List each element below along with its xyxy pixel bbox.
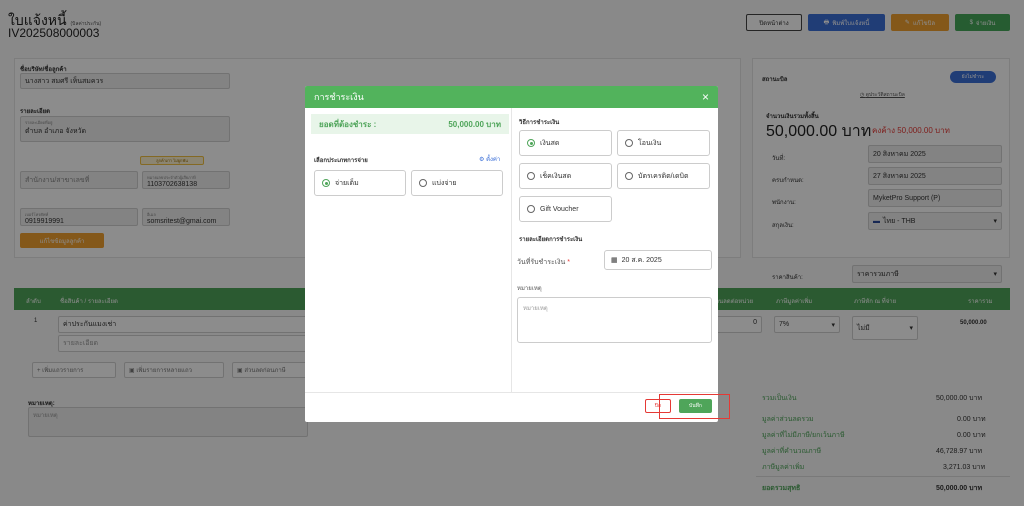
- modal-note-input[interactable]: หมายเหตุ: [517, 297, 712, 343]
- method-card[interactable]: บัตรเครดิต/เดบิต: [617, 163, 710, 189]
- gear-icon: ⚙: [479, 157, 485, 163]
- close-icon[interactable]: ×: [702, 90, 709, 104]
- radio-selected-icon: [527, 139, 535, 147]
- calendar-icon: ▦: [611, 257, 618, 264]
- payment-method-label: วิธีการชำระเงิน: [519, 120, 560, 126]
- radio-icon: [625, 139, 633, 147]
- radio-selected-icon: [322, 179, 330, 187]
- method-cheque[interactable]: เช็คเงินสด: [519, 163, 612, 189]
- payment-date-input[interactable]: ▦ 20 ส.ค. 2025: [604, 250, 712, 270]
- amount-due-label: ยอดที่ต้องชำระ :: [319, 119, 377, 129]
- radio-icon: [419, 179, 427, 187]
- payment-date-label: วันที่รับชำระเงิน *: [517, 259, 571, 266]
- method-cash[interactable]: เงินสด: [519, 130, 612, 156]
- amount-due-box: ยอดที่ต้องชำระ : 50,000.00 บาท: [311, 114, 509, 134]
- save-highlight-box: [659, 394, 730, 419]
- payment-type-label: เลือกประเภทการจ่าย: [314, 158, 368, 164]
- payment-type-full[interactable]: จ่ายเต็ม: [314, 170, 406, 196]
- method-gift-voucher[interactable]: Gift Voucher: [519, 196, 612, 222]
- payment-type-installment[interactable]: แบ่งจ่าย: [411, 170, 503, 196]
- payment-detail-label: รายละเอียดการชำระเงิน: [519, 237, 583, 243]
- radio-icon: [527, 205, 535, 213]
- modal-footer-divider: [305, 392, 718, 393]
- modal-header: การชำระเงิน: [305, 86, 718, 108]
- radio-icon: [625, 172, 633, 180]
- payment-modal: การชำระเงิน × ยอดที่ต้องชำระ : 50,000.00…: [305, 86, 718, 422]
- method-transfer[interactable]: โอนเงิน: [617, 130, 710, 156]
- radio-icon: [527, 172, 535, 180]
- amount-due-value: 50,000.00 บาท: [448, 119, 501, 129]
- modal-column-divider: [511, 108, 512, 392]
- settings-link[interactable]: ⚙ ตั้งค่า: [479, 154, 500, 164]
- modal-note-label: หมายเหตุ: [517, 286, 542, 292]
